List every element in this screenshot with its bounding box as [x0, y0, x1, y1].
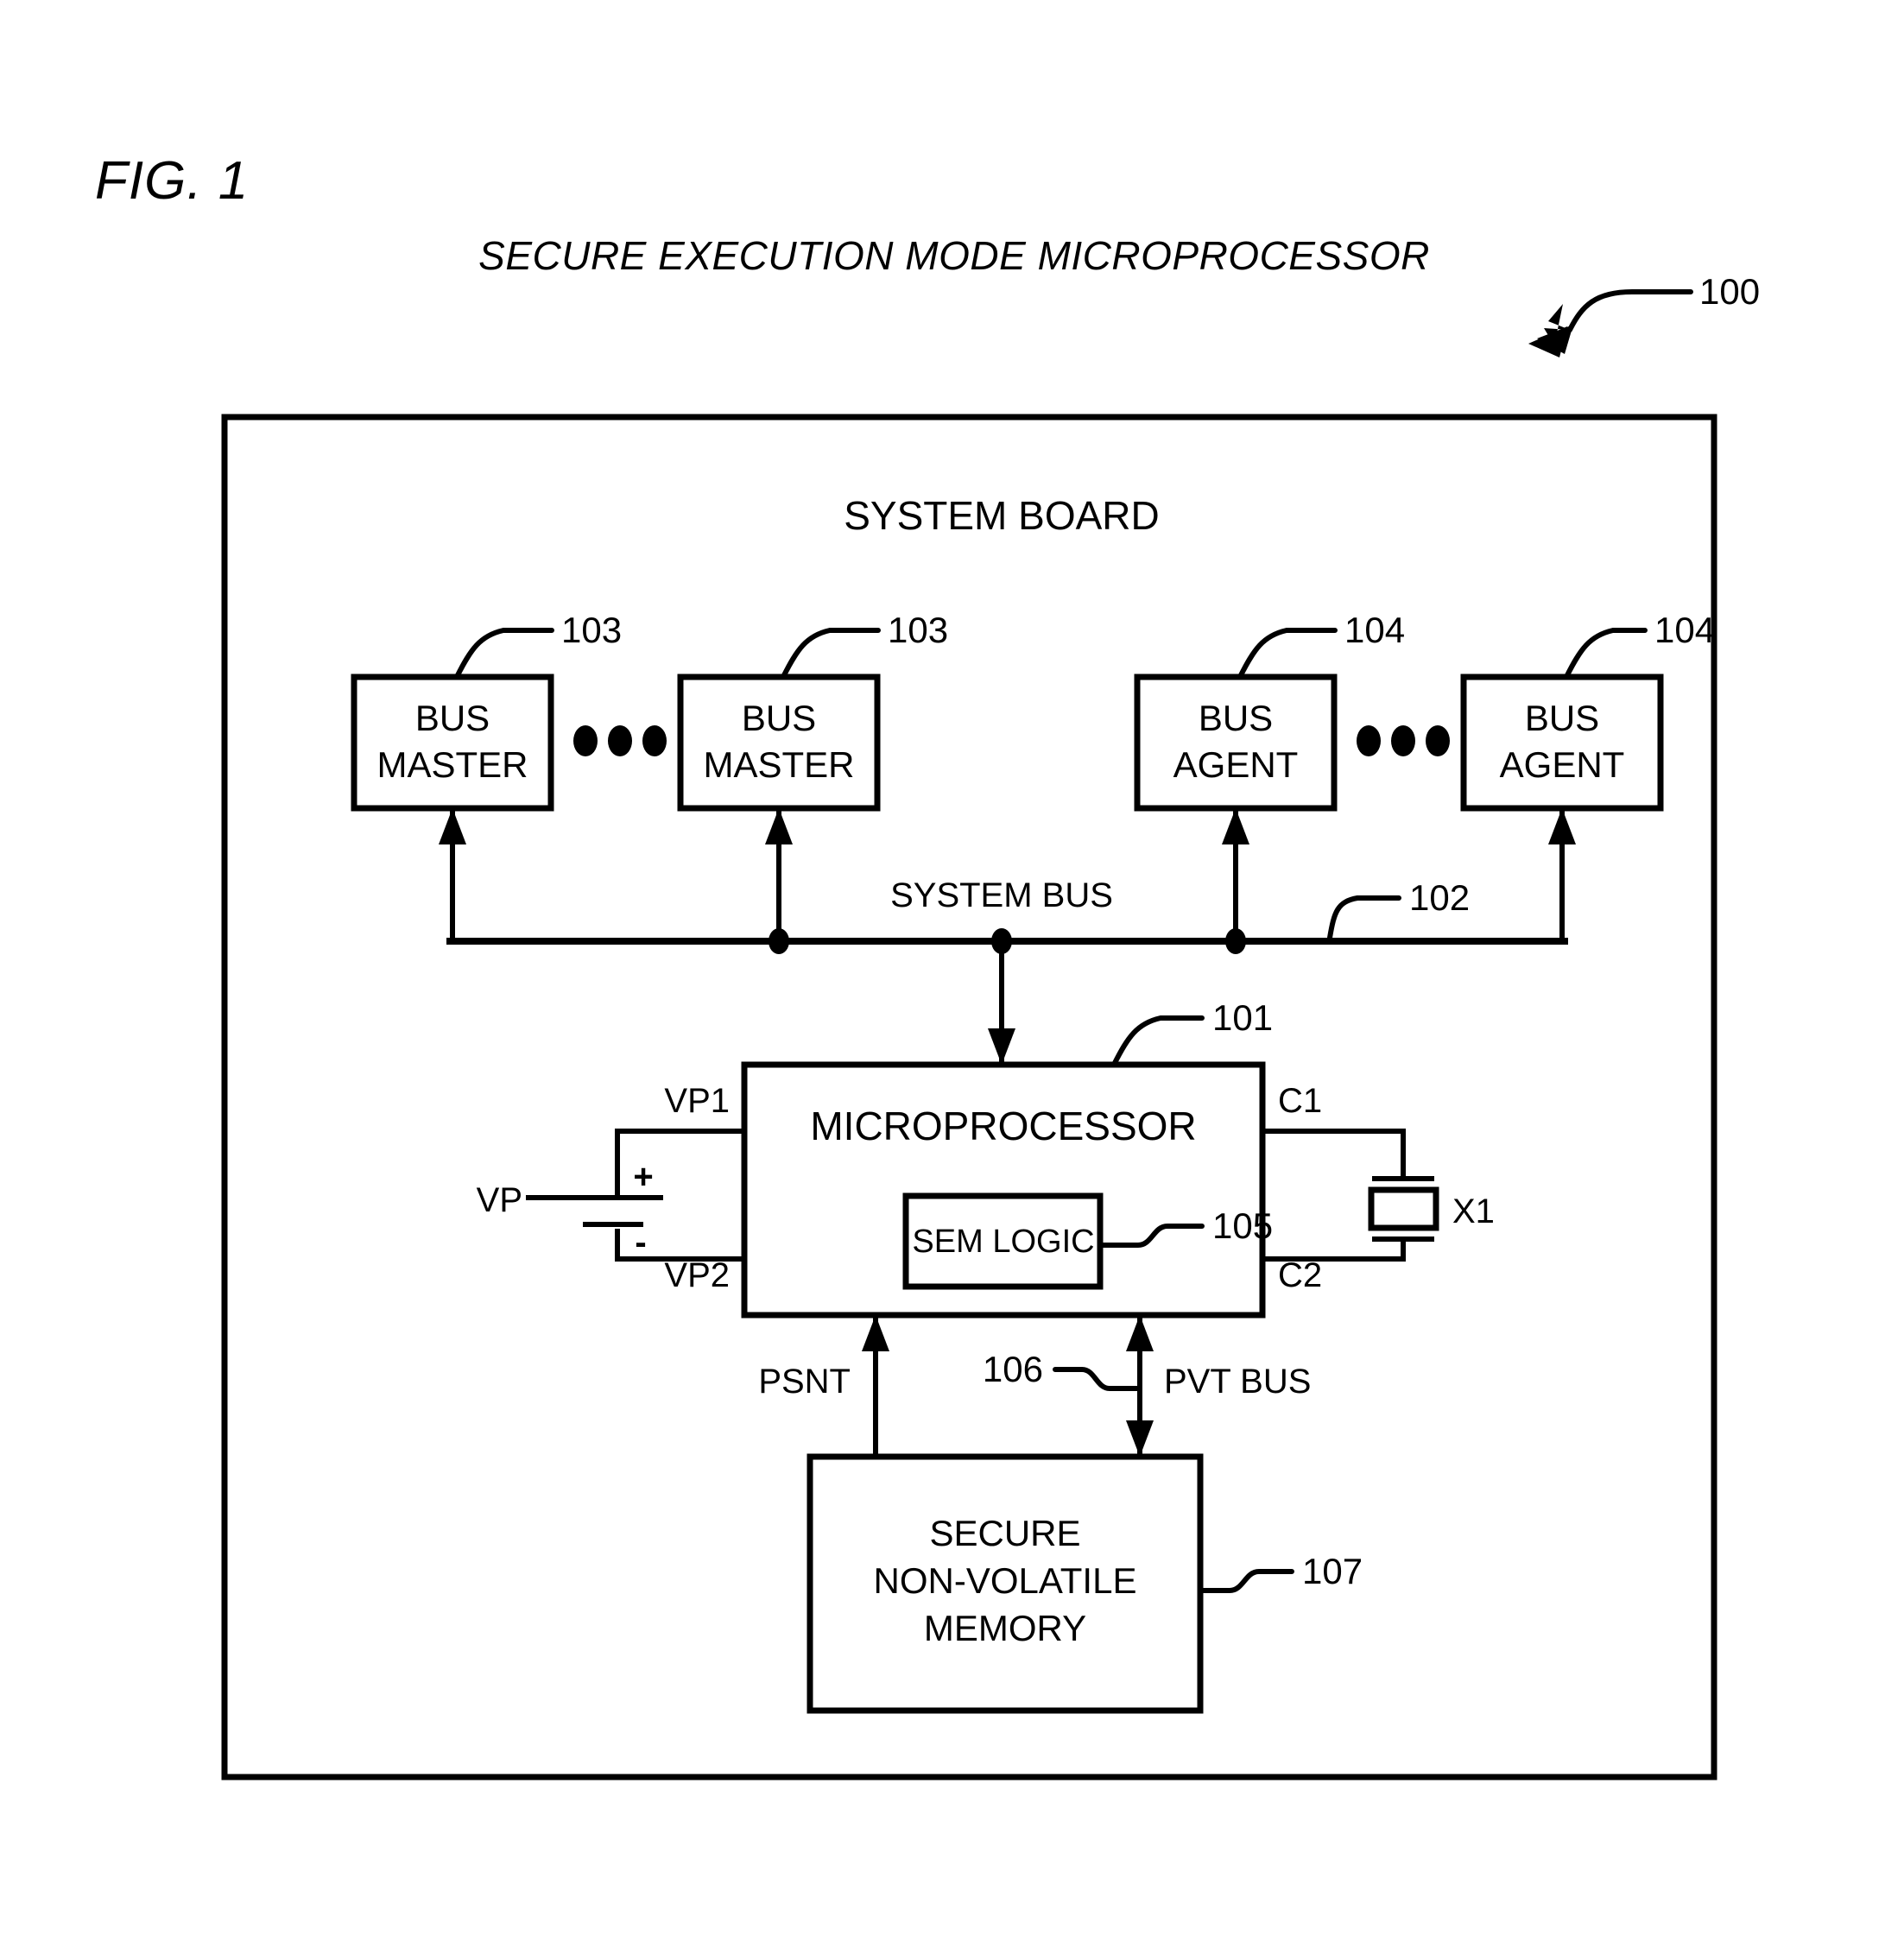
power-source-label: VP	[477, 1181, 522, 1219]
bus-agent-label-2-line2: AGENT	[1500, 744, 1625, 785]
bus-master-ref-1: 103	[561, 610, 622, 650]
pin-label-c2: C2	[1278, 1256, 1322, 1294]
bus-agent-ref-2: 104	[1654, 610, 1715, 650]
figure-canvas: FIG. 1 SECURE EXECUTION MODE MICROPROCES…	[95, 151, 1760, 1780]
pvt-bus-label: PVT BUS	[1164, 1363, 1311, 1401]
secure-memory-line2: NON-VOLATILE	[874, 1560, 1137, 1601]
bus-master-ref-2: 103	[888, 610, 948, 650]
ellipsis-bus-masters	[573, 725, 667, 756]
pin-label-vp1: VP1	[664, 1082, 730, 1120]
bus-junction-dot-1	[769, 928, 789, 954]
sem-logic-label: SEM LOGIC	[912, 1224, 1094, 1260]
system-bus-ref: 102	[1409, 877, 1470, 918]
figure-title: SECURE EXECUTION MODE MICROPROCESSOR	[478, 233, 1430, 278]
secure-memory-line1: SECURE	[929, 1513, 1080, 1553]
crystal-label: X1	[1452, 1192, 1495, 1230]
patent-figure: FIG. 1 SECURE EXECUTION MODE MICROPROCES…	[0, 0, 1904, 1948]
secure-memory-ref: 107	[1302, 1551, 1363, 1591]
secure-memory-line3: MEMORY	[924, 1608, 1086, 1648]
pin-label-vp2: VP2	[664, 1256, 730, 1294]
bus-master-label-1-line1: BUS	[415, 698, 490, 738]
system-bus-label: SYSTEM BUS	[890, 876, 1113, 914]
figure-label: FIG. 1	[95, 151, 249, 211]
psnt-label: PSNT	[758, 1363, 851, 1401]
ref-100-label: 100	[1699, 271, 1760, 312]
bus-master-label-1-line2: MASTER	[376, 744, 528, 785]
pin-label-c1: C1	[1278, 1082, 1322, 1120]
bus-agent-label-1-line2: AGENT	[1173, 744, 1299, 785]
bus-master-box-2	[677, 674, 881, 812]
battery-minus-sign: -	[635, 1224, 646, 1262]
microprocessor-ref: 101	[1212, 997, 1273, 1038]
bus-agent-ref-1: 104	[1344, 610, 1405, 650]
ref-100-leader	[1528, 289, 1693, 357]
bus-agent-box-1	[1134, 674, 1338, 812]
bus-agent-box-2	[1460, 674, 1664, 812]
bus-junction-dot-3	[1225, 928, 1246, 954]
bus-master-label-2-line2: MASTER	[703, 744, 854, 785]
sem-logic-ref: 105	[1212, 1205, 1273, 1246]
battery-plus-sign: +	[633, 1158, 653, 1196]
system-board-title: SYSTEM BOARD	[844, 493, 1160, 538]
pvt-bus-ref: 106	[983, 1349, 1043, 1389]
bus-master-label-2-line1: BUS	[742, 698, 816, 738]
bus-agent-label-2-line1: BUS	[1525, 698, 1599, 738]
bus-master-box-1	[351, 674, 554, 812]
microprocessor-label: MICROPROCESSOR	[810, 1104, 1196, 1148]
bus-agent-label-1-line1: BUS	[1199, 698, 1273, 738]
ellipsis-bus-agents	[1357, 725, 1450, 756]
